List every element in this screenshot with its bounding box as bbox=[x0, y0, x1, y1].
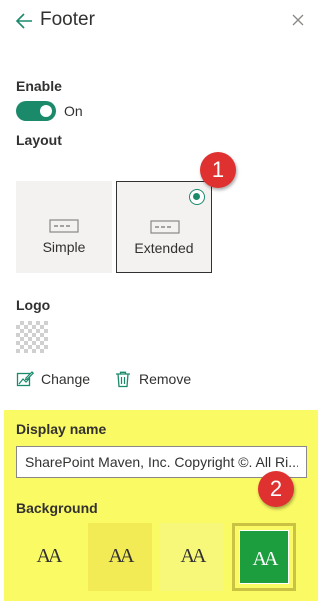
background-swatch-2[interactable]: AA bbox=[88, 523, 152, 591]
background-swatch-1[interactable]: AA bbox=[16, 523, 80, 591]
enable-label: Enable bbox=[16, 78, 62, 94]
toggle-state-text: On bbox=[64, 103, 83, 119]
edit-image-icon bbox=[16, 371, 34, 387]
radio-selected-icon bbox=[189, 189, 205, 205]
remove-logo-button[interactable]: Remove bbox=[114, 369, 194, 389]
change-logo-label: Change bbox=[41, 371, 91, 387]
background-label: Background bbox=[16, 500, 98, 516]
layout-option-label: Extended bbox=[134, 240, 194, 256]
layout-placeholder-icon bbox=[49, 219, 79, 233]
close-icon[interactable] bbox=[290, 12, 306, 28]
swatch-aa-text: AA bbox=[180, 545, 207, 567]
layout-placeholder-icon bbox=[150, 220, 180, 234]
back-arrow-icon[interactable] bbox=[14, 10, 34, 32]
background-swatch-3[interactable]: AA bbox=[160, 523, 224, 591]
panel-header: Footer bbox=[0, 0, 318, 44]
layout-option-extended[interactable]: Extended bbox=[116, 181, 212, 273]
change-logo-button[interactable]: Change bbox=[16, 369, 96, 389]
logo-thumbnail[interactable] bbox=[16, 321, 48, 353]
trash-icon bbox=[116, 371, 130, 388]
swatch-aa-text: AA bbox=[108, 545, 135, 567]
logo-label: Logo bbox=[16, 297, 51, 313]
layout-label: Layout bbox=[16, 132, 62, 148]
display-name-label: Display name bbox=[16, 421, 107, 437]
swatch-aa-text: AA bbox=[36, 545, 63, 567]
layout-option-simple[interactable]: Simple bbox=[16, 181, 112, 273]
toggle-knob bbox=[40, 105, 52, 117]
swatch-aa-text: AA bbox=[252, 548, 279, 570]
page-title: Footer bbox=[40, 9, 95, 30]
display-name-input[interactable] bbox=[16, 446, 307, 478]
layout-option-label: Simple bbox=[42, 239, 86, 255]
background-swatch-4[interactable]: AA bbox=[232, 523, 296, 591]
enable-toggle[interactable] bbox=[16, 101, 56, 121]
annotation-badge-1: 1 bbox=[200, 152, 236, 188]
annotation-badge-2: 2 bbox=[258, 471, 294, 507]
remove-logo-label: Remove bbox=[139, 371, 192, 387]
